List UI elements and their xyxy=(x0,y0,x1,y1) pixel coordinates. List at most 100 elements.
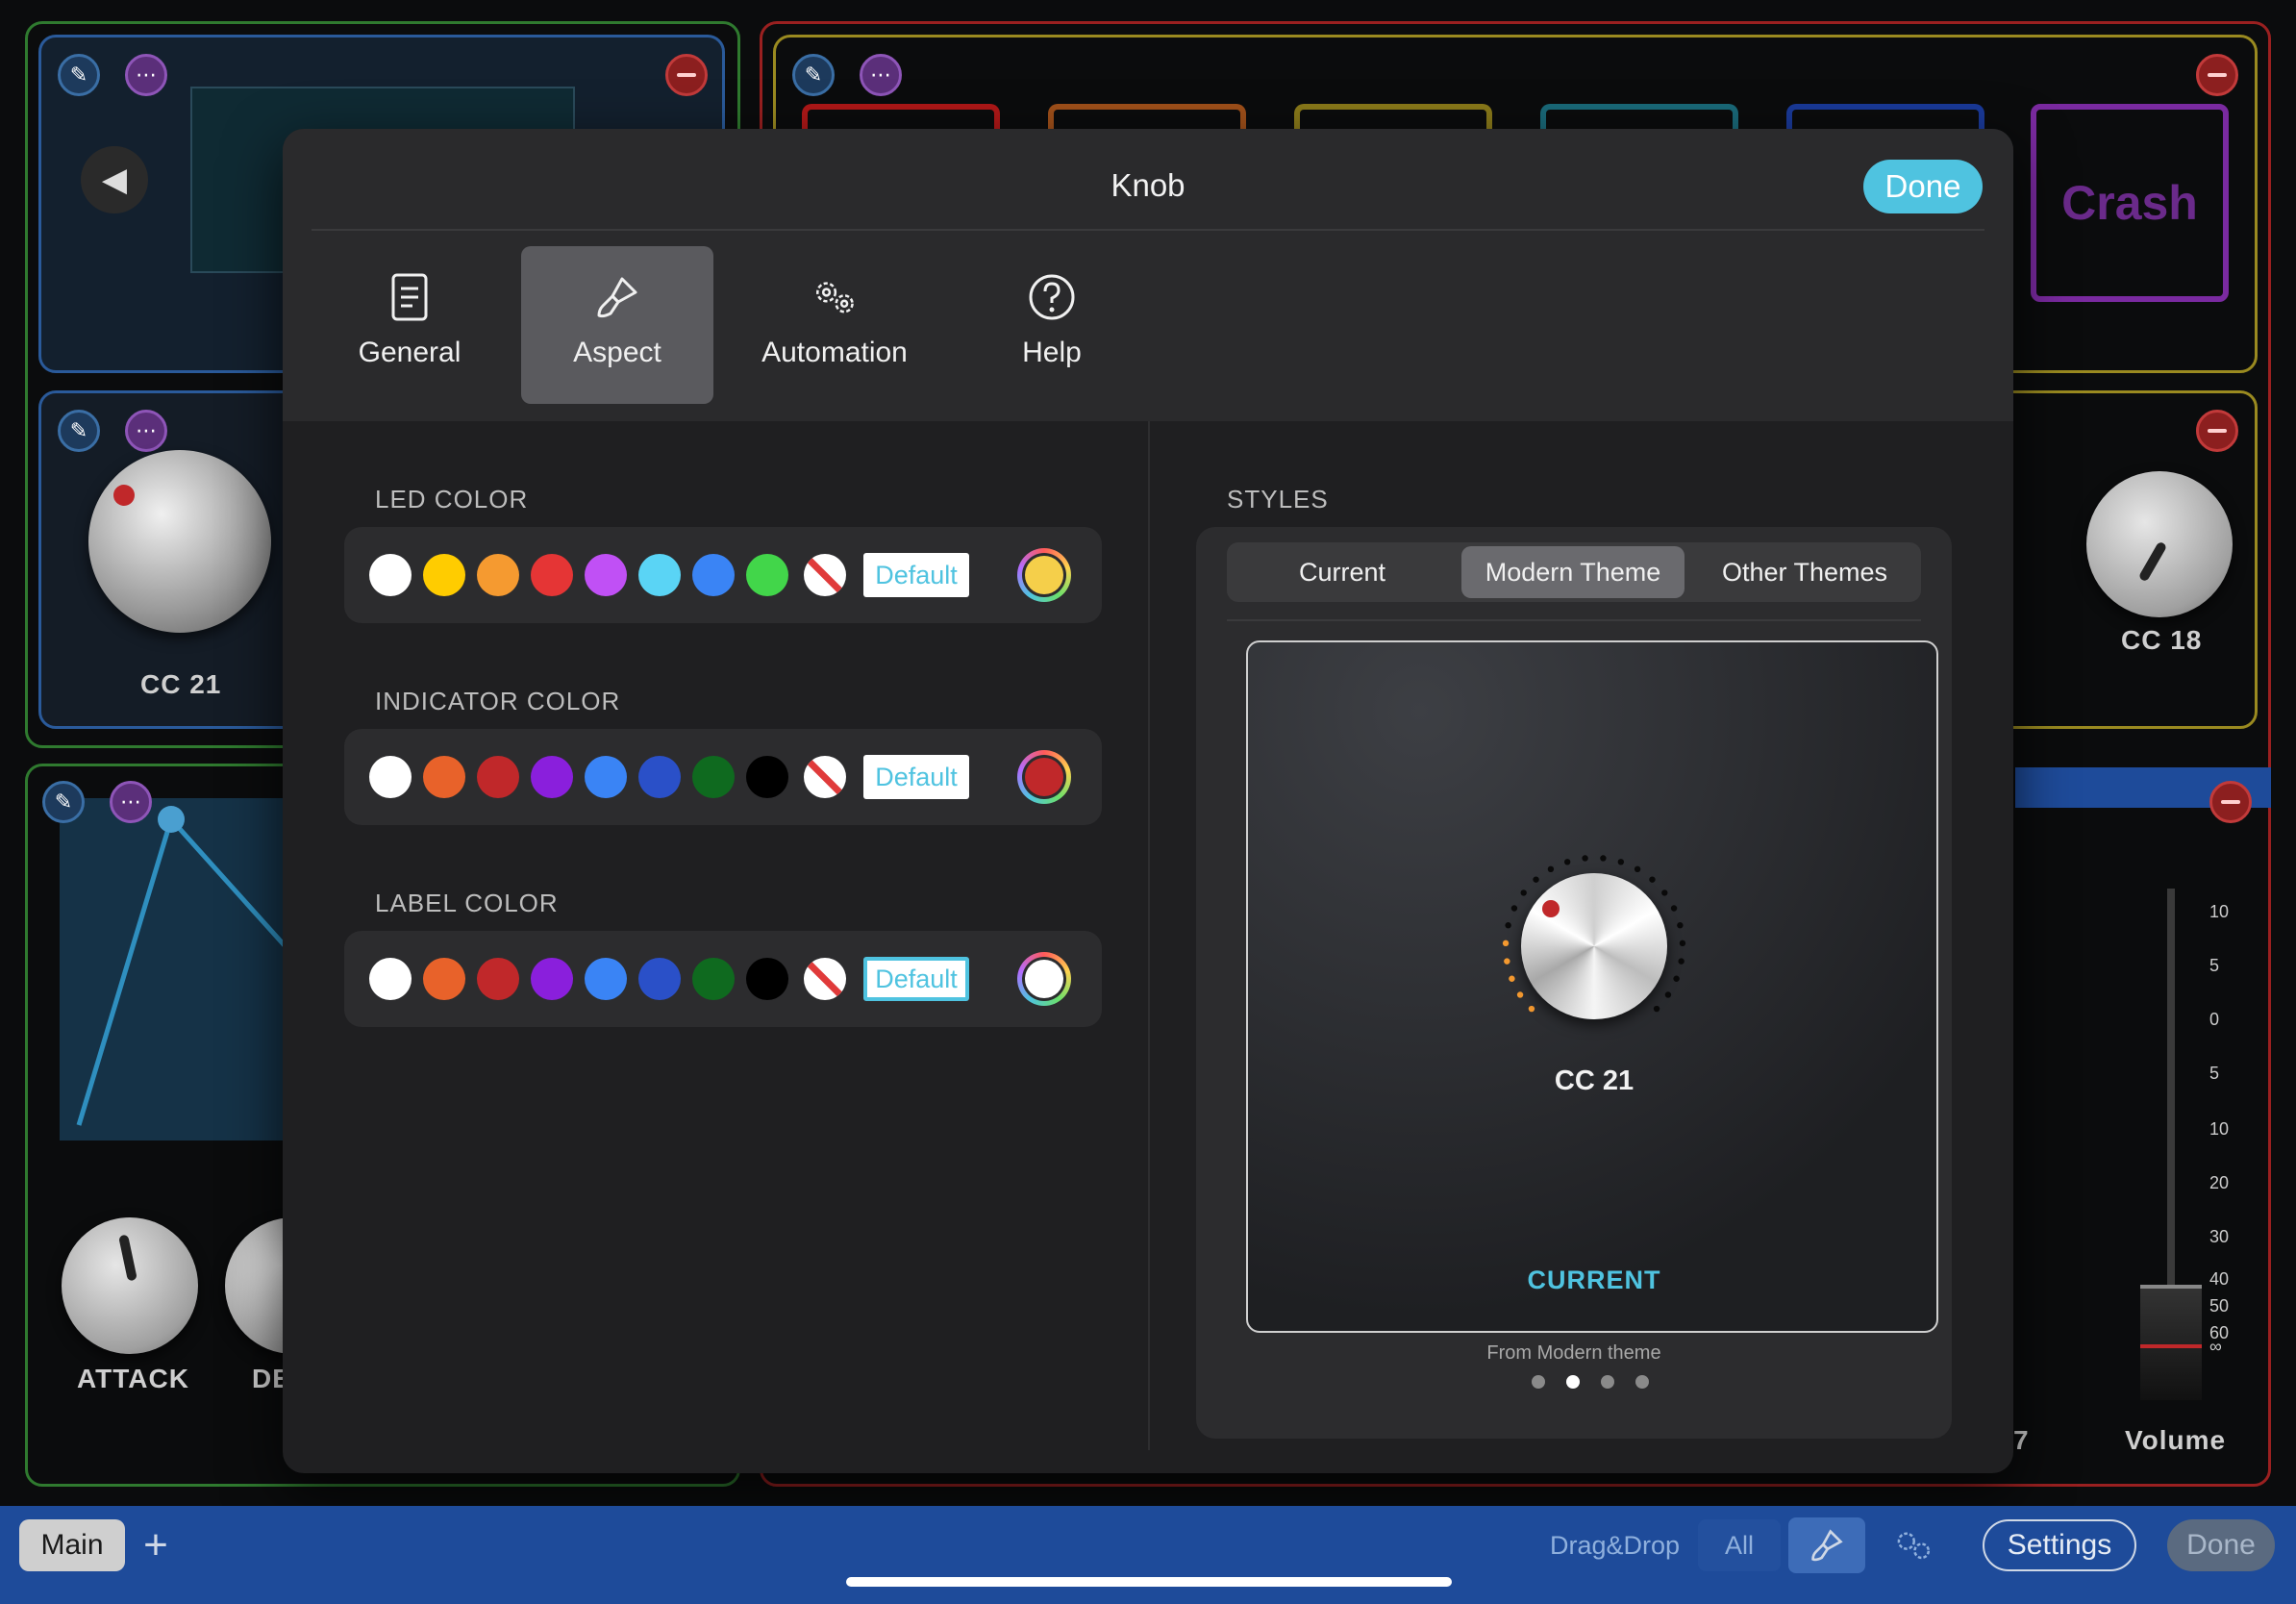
knob-label: CC 21 xyxy=(140,669,222,699)
edit-button[interactable]: ✎ xyxy=(58,410,100,452)
styles-title: STYLES xyxy=(1227,485,1329,514)
more-button[interactable]: ⋯ xyxy=(125,54,167,96)
partial-channel-number: 7 xyxy=(2013,1425,2030,1455)
color-swatch[interactable] xyxy=(638,756,681,798)
color-swatch[interactable] xyxy=(369,958,412,1000)
tab-help[interactable]: Help xyxy=(956,246,1148,404)
color-swatch[interactable] xyxy=(477,958,519,1000)
label-color-row: Default xyxy=(344,931,1102,1027)
bottom-done-button[interactable]: Done xyxy=(2167,1519,2275,1571)
preview-caption: From Modern theme xyxy=(1486,1342,1661,1364)
color-swatch[interactable] xyxy=(423,554,465,596)
preview-status: CURRENT xyxy=(1527,1266,1661,1294)
segment-modern-theme[interactable]: Modern Theme xyxy=(1461,546,1685,598)
page-dot[interactable] xyxy=(1635,1375,1649,1389)
edit-button[interactable]: ✎ xyxy=(42,781,85,823)
styles-segmented-control: Current Modern Theme Other Themes xyxy=(1227,542,1921,602)
color-swatch[interactable] xyxy=(692,554,735,596)
color-swatch[interactable] xyxy=(585,554,627,596)
page-dot-active[interactable] xyxy=(1566,1375,1580,1389)
preview-knob-label: CC 21 xyxy=(1554,1065,1635,1096)
color-swatch[interactable] xyxy=(531,958,573,1000)
default-color-button[interactable]: Default xyxy=(863,957,969,1001)
page-dot[interactable] xyxy=(1601,1375,1614,1389)
gears-icon[interactable] xyxy=(1884,1519,1942,1571)
drag-drop-label[interactable]: Drag&Drop xyxy=(1550,1531,1680,1561)
tab-automation[interactable]: Automation xyxy=(738,246,931,404)
tab-label: Help xyxy=(1022,337,1082,368)
color-swatch[interactable] xyxy=(746,756,788,798)
fader-red-line xyxy=(2140,1344,2202,1348)
color-swatch[interactable] xyxy=(638,554,681,596)
led-dot xyxy=(1653,1005,1660,1013)
led-dot xyxy=(1509,975,1515,982)
led-dot xyxy=(1504,958,1510,965)
no-color-swatch[interactable] xyxy=(804,756,846,798)
gears-icon xyxy=(809,271,861,323)
filter-all-button[interactable]: All xyxy=(1698,1519,1781,1571)
pad-crash-label: Crash xyxy=(2061,176,2198,230)
color-swatch[interactable] xyxy=(477,554,519,596)
led-dot xyxy=(1600,855,1607,862)
led-dot xyxy=(1502,940,1510,947)
color-swatch[interactable] xyxy=(585,756,627,798)
style-preview-card[interactable]: CC 21 CURRENT xyxy=(1246,640,1938,1333)
color-swatch[interactable] xyxy=(746,958,788,1000)
color-swatch[interactable] xyxy=(692,756,735,798)
pad-crash[interactable]: Crash xyxy=(2031,104,2229,302)
more-button[interactable]: ⋯ xyxy=(860,54,902,96)
indicator-color-title: INDICATOR COLOR xyxy=(375,687,621,715)
color-swatch[interactable] xyxy=(423,958,465,1000)
settings-button[interactable]: Settings xyxy=(1983,1519,2136,1571)
knob-attack[interactable] xyxy=(62,1217,198,1354)
volume-label: Volume xyxy=(2125,1425,2227,1455)
color-swatch[interactable] xyxy=(746,554,788,596)
color-swatch[interactable] xyxy=(531,756,573,798)
remove-button[interactable] xyxy=(2196,410,2238,452)
page-tab-main[interactable]: Main xyxy=(19,1519,125,1571)
color-swatch[interactable] xyxy=(531,554,573,596)
color-swatch[interactable] xyxy=(692,958,735,1000)
knob-label: ATTACK xyxy=(77,1364,189,1393)
back-arrow-icon[interactable]: ◀ xyxy=(81,146,148,213)
edit-button[interactable]: ✎ xyxy=(58,54,100,96)
document-icon xyxy=(384,271,436,323)
filter-all-label: All xyxy=(1724,1530,1754,1560)
color-swatch[interactable] xyxy=(423,756,465,798)
current-color-indicator[interactable] xyxy=(1017,750,1071,804)
color-swatch[interactable] xyxy=(369,756,412,798)
remove-button[interactable] xyxy=(2196,54,2238,96)
no-color-swatch[interactable] xyxy=(804,958,846,1000)
segment-other-themes[interactable]: Other Themes xyxy=(1692,546,1917,598)
remove-button[interactable] xyxy=(2209,781,2252,823)
volume-fader-handle[interactable] xyxy=(2140,1285,2202,1400)
tab-label: Automation xyxy=(761,337,908,368)
page-dot[interactable] xyxy=(1532,1375,1545,1389)
default-color-button[interactable]: Default xyxy=(863,755,969,799)
plus-icon[interactable]: + xyxy=(137,1521,175,1569)
done-button[interactable]: Done xyxy=(1863,160,1983,213)
tab-general[interactable]: General xyxy=(313,246,506,404)
segment-divider xyxy=(1227,619,1921,621)
knob-cc21[interactable] xyxy=(88,450,271,633)
volume-fader-track[interactable] xyxy=(2167,889,2175,1341)
edit-button[interactable]: ✎ xyxy=(792,54,835,96)
more-button[interactable]: ⋯ xyxy=(110,781,152,823)
color-swatch[interactable] xyxy=(585,958,627,1000)
indicator-color-row: Default xyxy=(344,729,1102,825)
more-button[interactable]: ⋯ xyxy=(125,410,167,452)
remove-button[interactable] xyxy=(665,54,708,96)
paintbrush-icon[interactable] xyxy=(1788,1517,1865,1573)
color-swatch[interactable] xyxy=(638,958,681,1000)
default-color-button[interactable]: Default xyxy=(863,553,969,597)
current-color-indicator[interactable] xyxy=(1017,952,1071,1006)
tab-aspect[interactable]: Aspect xyxy=(521,246,713,404)
current-color-indicator[interactable] xyxy=(1017,548,1071,602)
color-swatch[interactable] xyxy=(477,756,519,798)
color-swatch[interactable] xyxy=(369,554,412,596)
no-color-swatch[interactable] xyxy=(804,554,846,596)
led-color-row: Default xyxy=(344,527,1102,623)
led-dot xyxy=(1510,905,1518,912)
segment-current[interactable]: Current xyxy=(1231,546,1454,598)
led-dot xyxy=(1582,855,1588,862)
